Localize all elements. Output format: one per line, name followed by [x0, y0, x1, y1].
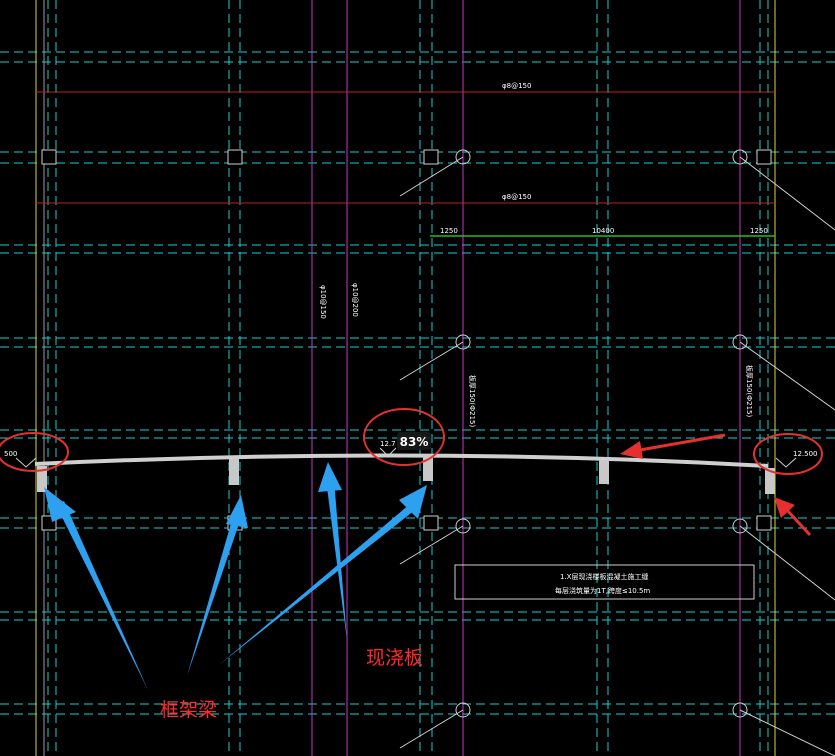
rebar-label-top: φ8@150: [502, 82, 531, 90]
vertical-label-a: φ10@150: [319, 285, 327, 319]
vertical-label-d: 板厚150(Ф215): [745, 365, 754, 417]
vertical-label-c: 板厚150(Ф215): [468, 375, 477, 427]
elevation-center: 12.7: [380, 440, 396, 448]
frame-beam-2: [229, 459, 239, 485]
percent-badge: 83%: [400, 435, 429, 449]
cad-drawing-canvas: φ8@150 φ8@150 1250 10400 1250 φ10@150 φ1…: [0, 0, 835, 756]
dimension-left: 1250: [440, 227, 458, 235]
rebar-label-mid: φ8@150: [502, 193, 531, 201]
vertical-label-b: φ10@200: [351, 283, 359, 317]
dimension-center: 10400: [592, 227, 614, 235]
slab-label: 现浇板: [366, 647, 423, 669]
note-line-1: 1.X层现浇楼板混凝土施工缝: [560, 572, 648, 581]
elevation-left: 500: [4, 450, 17, 458]
elevation-right: 12.500: [793, 450, 818, 458]
frame-beam-4: [599, 460, 609, 484]
frame-beam-label: 框架梁: [160, 699, 217, 721]
note-line-2: 每层浇筑量为1T,跨度≤10.5m: [555, 586, 650, 595]
dimension-right: 1250: [750, 227, 768, 235]
